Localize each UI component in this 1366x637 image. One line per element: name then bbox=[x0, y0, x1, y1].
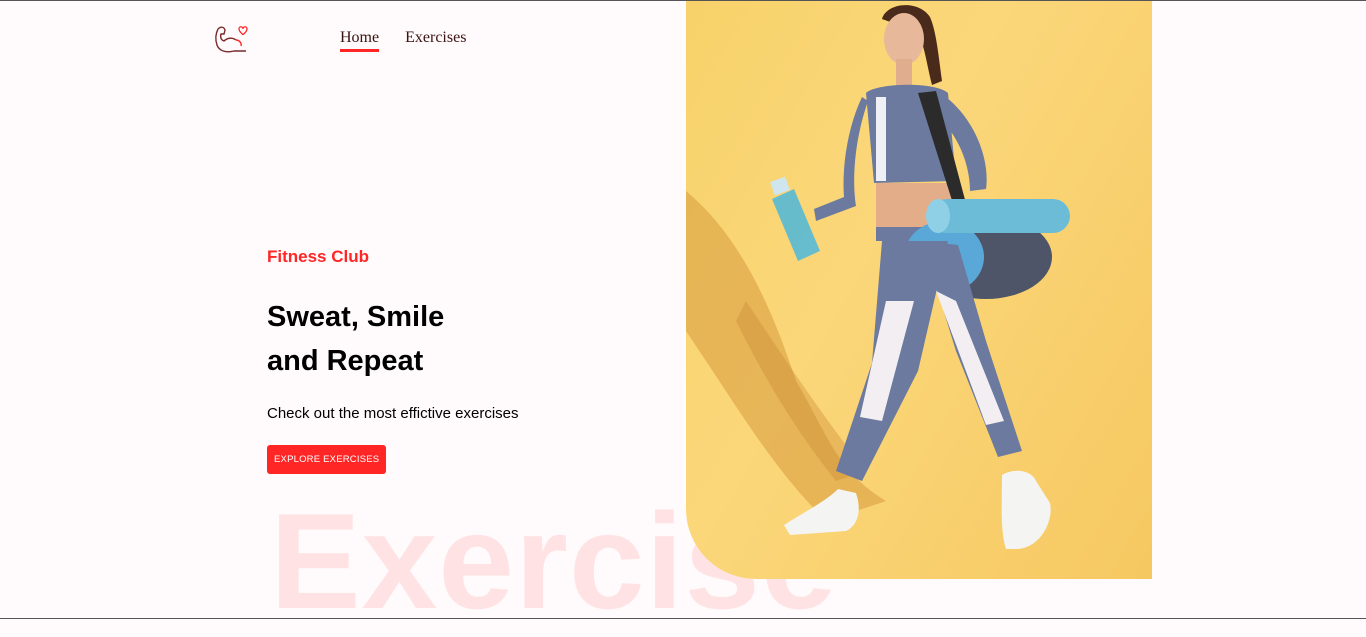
logo[interactable] bbox=[212, 21, 248, 57]
flexed-arm-heart-icon bbox=[215, 26, 248, 53]
nav-link-exercises[interactable]: Exercises bbox=[405, 29, 466, 52]
hero-banner: Fitness Club Sweat, Smile and Repeat Che… bbox=[267, 247, 519, 474]
nav-link-home[interactable]: Home bbox=[340, 29, 380, 52]
hero-banner-image bbox=[686, 1, 1152, 579]
explore-exercises-button[interactable]: EXPLORE EXERCISES bbox=[267, 445, 387, 474]
hero-headline-line2: and Repeat bbox=[267, 345, 424, 377]
hero-headline: Sweat, Smile and Repeat bbox=[267, 295, 519, 383]
hero-kicker: Fitness Club bbox=[267, 247, 370, 266]
main-nav: Home Exercises bbox=[340, 29, 466, 52]
hero-subtext: Check out the most effictive exercises bbox=[267, 405, 519, 422]
hero-headline-line1: Sweat, Smile bbox=[267, 301, 445, 333]
